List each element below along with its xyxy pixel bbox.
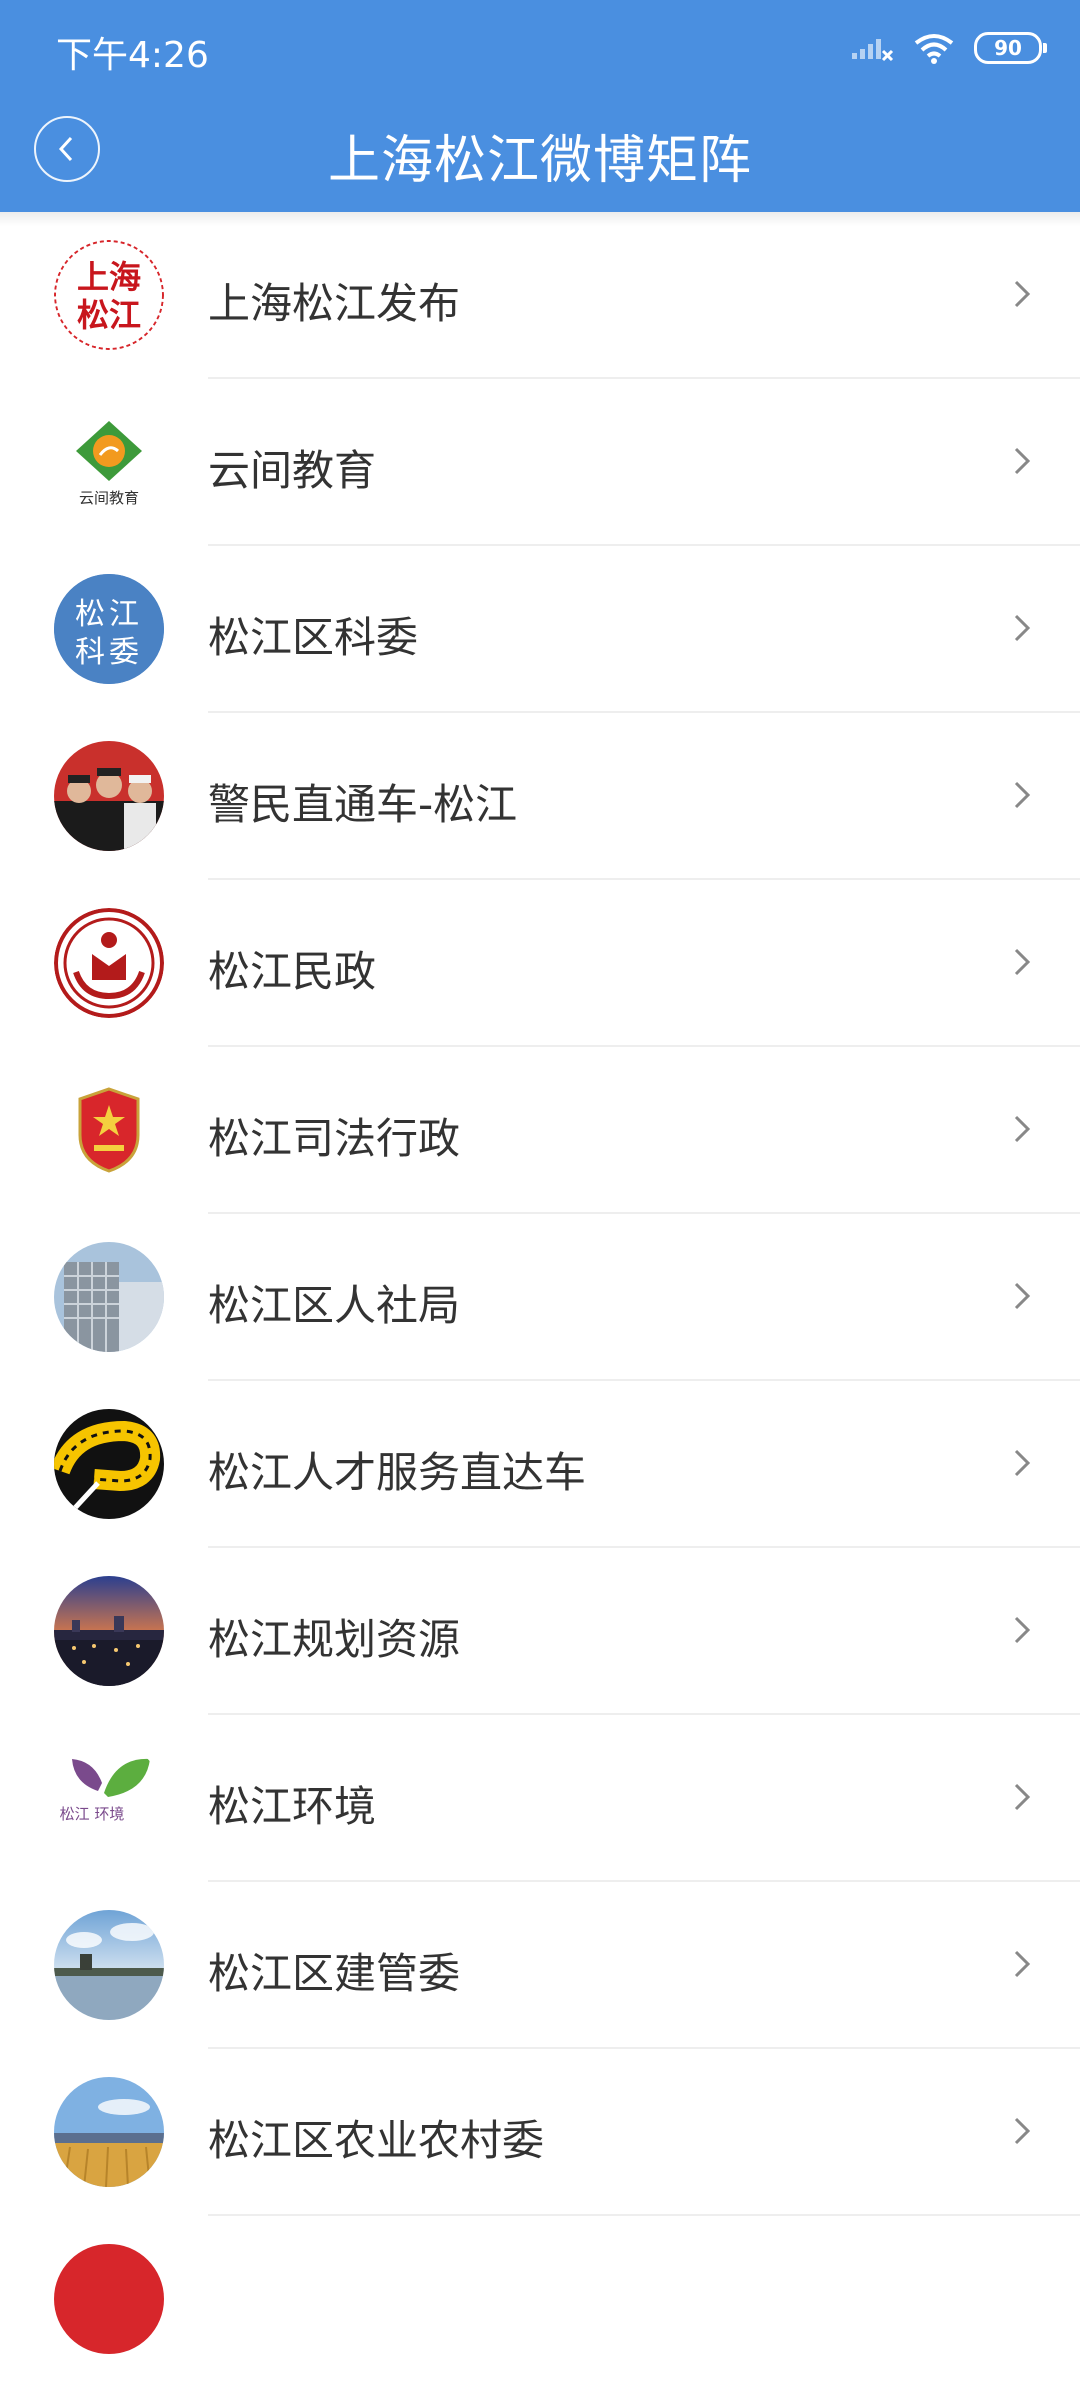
svg-text:松江: 松江 xyxy=(77,296,141,334)
chevron-right-icon xyxy=(1014,1282,1031,1310)
list-item[interactable]: 松江司法行政 xyxy=(0,1047,1080,1214)
app-header: 下午4:26 90 上海松江微博矩阵 xyxy=(0,0,1080,212)
environment-leaf-logo-icon: 松江 环境 xyxy=(54,1743,164,1853)
list-item-partial xyxy=(0,2216,1080,2383)
svg-text:上海: 上海 xyxy=(77,258,141,296)
chevron-right-icon xyxy=(1014,1616,1031,1644)
wheat-field-photo-icon xyxy=(54,2077,164,2187)
lake-pagoda-photo-icon xyxy=(54,1910,164,2020)
chevron-right-icon xyxy=(1014,781,1031,809)
chevron-right-icon xyxy=(1014,614,1031,642)
list-item-label: 警民直通车-松江 xyxy=(208,780,518,829)
chevron-right-icon xyxy=(1014,280,1031,308)
list-item[interactable]: 松江人才服务直达车 xyxy=(0,1381,1080,1548)
city-night-photo-icon xyxy=(54,1576,164,1686)
list-item-label: 云间教育 xyxy=(208,446,377,495)
police-photo-icon xyxy=(54,741,164,851)
avatar-partial-icon xyxy=(54,2244,164,2354)
yunjian-education-logo-icon: 云间教育 xyxy=(54,407,164,517)
list-item[interactable]: 松江 科委 松江区科委 xyxy=(0,546,1080,713)
talent-service-logo-icon xyxy=(54,1409,164,1519)
chevron-right-icon xyxy=(1014,948,1031,976)
list-item[interactable]: 上海 松江 上海松江发布 xyxy=(0,212,1080,379)
list-item-label: 松江民政 xyxy=(208,947,377,996)
status-icons: 90 xyxy=(850,28,1047,68)
svg-text:松江: 松江 xyxy=(75,597,143,632)
wifi-icon xyxy=(914,34,954,64)
page-title: 上海松江微博矩阵 xyxy=(327,131,752,191)
chevron-right-icon xyxy=(1014,2117,1031,2145)
yunjian-logo-text: 云间教育 xyxy=(79,489,139,507)
list-item-label: 松江区科委 xyxy=(208,613,419,662)
songjiang-release-logo-icon: 上海 松江 xyxy=(54,240,164,350)
svg-text:科委: 科委 xyxy=(75,635,143,670)
status-time: 下午4:26 xyxy=(56,35,209,76)
account-list: 上海 松江 上海松江发布 云间教育 云间教育 松江 科委 松江区科委 警民直通车… xyxy=(0,212,1080,2383)
list-item[interactable]: 松江民政 xyxy=(0,880,1080,1047)
list-item-label: 松江人才服务直达车 xyxy=(208,1448,587,1497)
list-item-label: 松江区人社局 xyxy=(208,1281,461,1330)
list-item-label: 松江司法行政 xyxy=(208,1114,461,1163)
environment-logo-text: 松江 环境 xyxy=(60,1805,125,1823)
list-item[interactable]: 云间教育 云间教育 xyxy=(0,379,1080,546)
science-committee-logo-icon: 松江 科委 xyxy=(54,574,164,684)
battery-icon: 90 xyxy=(974,32,1047,64)
justice-emblem-icon xyxy=(54,1075,164,1185)
list-item-label: 松江区建管委 xyxy=(208,1949,461,1998)
chevron-right-icon xyxy=(1014,1950,1031,1978)
list-item[interactable]: 松江 环境 松江环境 xyxy=(0,1715,1080,1882)
list-item[interactable]: 警民直通车-松江 xyxy=(0,713,1080,880)
chevron-right-icon xyxy=(1014,1115,1031,1143)
chevron-right-icon xyxy=(1014,1783,1031,1811)
list-item-label: 松江区农业农村委 xyxy=(208,2116,545,2165)
list-item[interactable]: 松江规划资源 xyxy=(0,1548,1080,1715)
signal-icon xyxy=(852,39,894,62)
chevron-right-icon xyxy=(1014,447,1031,475)
list-item[interactable]: 松江区人社局 xyxy=(0,1214,1080,1381)
list-item[interactable]: 松江区农业农村委 xyxy=(0,2049,1080,2216)
list-item[interactable]: 松江区建管委 xyxy=(0,1882,1080,2049)
civil-affairs-logo-icon xyxy=(54,908,164,1018)
list-item-label: 松江环境 xyxy=(208,1782,377,1831)
chevron-right-icon xyxy=(1014,1449,1031,1477)
building-photo-icon xyxy=(54,1242,164,1352)
header-shadow xyxy=(0,212,1080,226)
list-item-label: 松江规划资源 xyxy=(208,1615,461,1664)
list-item-label: 上海松江发布 xyxy=(208,279,461,328)
